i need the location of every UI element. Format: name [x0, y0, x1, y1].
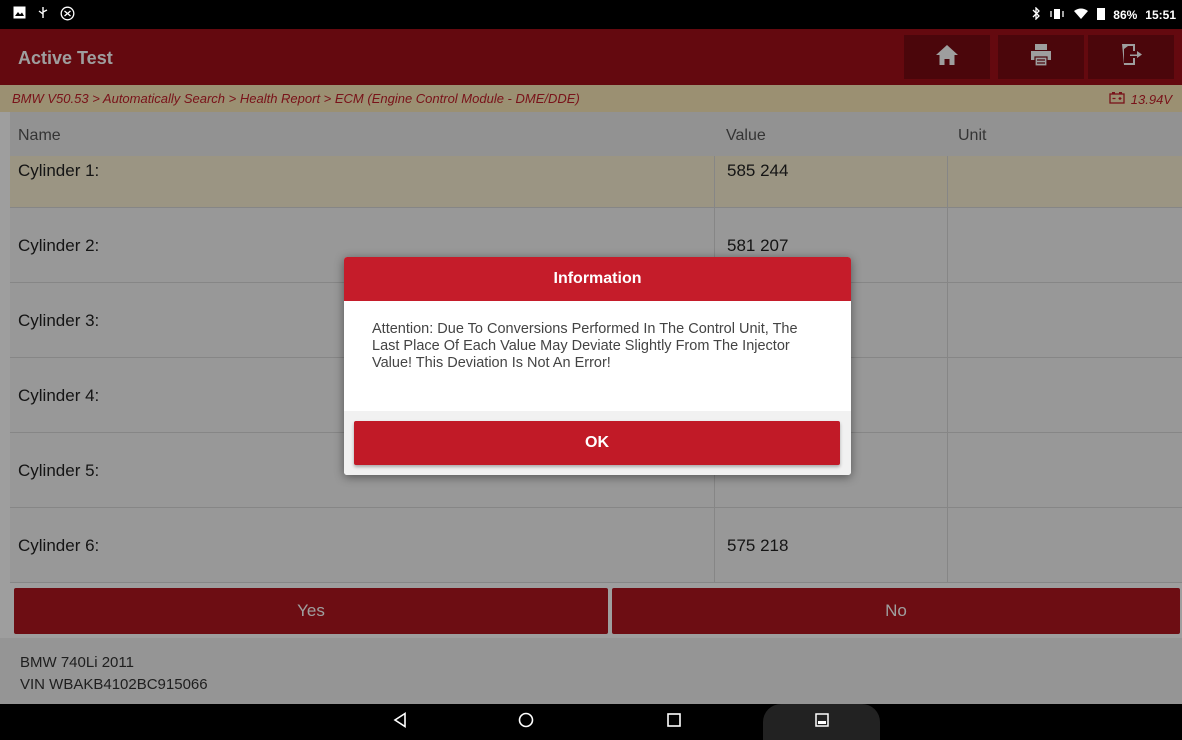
status-bar: 86% 15:51 — [0, 0, 1182, 29]
status-right: 86% 15:51 — [1031, 6, 1176, 23]
bluetooth-icon — [1031, 6, 1041, 23]
battery-icon — [1097, 7, 1106, 23]
circle-home-icon — [518, 712, 534, 733]
clock: 15:51 — [1145, 8, 1176, 22]
dialog-title: Information — [344, 257, 851, 301]
dialog-message: Attention: Due To Conversions Performed … — [372, 321, 798, 371]
image-icon — [12, 6, 26, 20]
home-nav-button[interactable] — [496, 704, 556, 740]
accessibility-icon — [60, 6, 75, 21]
status-left — [12, 6, 75, 21]
wifi-icon — [1073, 8, 1089, 23]
navigation-bar — [0, 704, 1182, 740]
square-recents-icon — [667, 712, 681, 732]
recents-button[interactable] — [644, 704, 704, 740]
ok-button[interactable]: OK — [354, 421, 840, 465]
screenshot-icon — [814, 712, 829, 732]
vibrate-icon — [1049, 8, 1065, 23]
back-icon — [393, 711, 407, 733]
battery-percent: 86% — [1113, 8, 1138, 22]
back-button[interactable] — [370, 704, 430, 740]
screenshot-button[interactable] — [763, 704, 880, 740]
usb-icon — [36, 6, 50, 20]
information-dialog: Information Attention: Due To Conversion… — [344, 257, 851, 475]
dialog-footer: OK — [344, 411, 851, 475]
